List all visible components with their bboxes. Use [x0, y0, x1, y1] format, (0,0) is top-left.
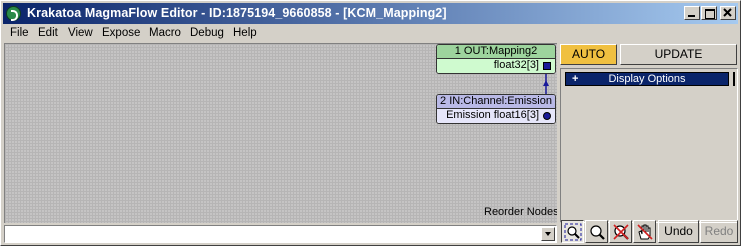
- pan-button[interactable]: [633, 220, 656, 243]
- window-title: Krakatoa MagmaFlow Editor - ID:1875194_9…: [27, 6, 447, 20]
- pan-hand-icon: [637, 224, 653, 240]
- dropdown-arrow-icon[interactable]: [541, 227, 555, 241]
- menu-help[interactable]: Help: [233, 27, 257, 39]
- output-node[interactable]: 1 OUT:Mapping2 float32[3]: [436, 44, 556, 74]
- input-node[interactable]: 2 IN:Channel:Emission Emission float16[3…: [436, 94, 556, 124]
- minimize-button[interactable]: [684, 6, 700, 20]
- input-node-title: 2 IN:Channel:Emission: [437, 95, 555, 109]
- input-node-socket-row: Emission float16[3]: [437, 109, 555, 123]
- right-panel: AUTO UPDATE Display Options +: [559, 43, 739, 223]
- status-dropdown[interactable]: [4, 225, 557, 243]
- zoom-extents-button[interactable]: [561, 220, 584, 243]
- input-socket-label: Emission float16[3]: [446, 109, 539, 121]
- view-toolbar: Undo Redo: [559, 220, 739, 244]
- redo-button[interactable]: Redo: [700, 220, 738, 243]
- menu-view[interactable]: View: [68, 27, 93, 39]
- rollout-scrollbar[interactable]: [733, 72, 735, 86]
- menu-expose[interactable]: Expose: [102, 27, 140, 39]
- maximize-button[interactable]: [701, 6, 717, 20]
- menu-debug[interactable]: Debug: [190, 27, 224, 39]
- zoom-reset-button[interactable]: [609, 220, 632, 243]
- zoom-extents-icon: [564, 223, 582, 241]
- menu-file[interactable]: File: [10, 27, 29, 39]
- output-node-title: 1 OUT:Mapping2: [437, 45, 555, 59]
- auto-button[interactable]: AUTO: [560, 44, 617, 65]
- output-socket-label: float32[3]: [493, 59, 539, 71]
- update-button[interactable]: UPDATE: [620, 44, 737, 65]
- menu-edit[interactable]: Edit: [38, 27, 58, 39]
- output-socket[interactable]: [543, 62, 551, 70]
- close-icon: [723, 8, 732, 17]
- zoom-icon: [590, 225, 605, 240]
- title-bar[interactable]: Krakatoa MagmaFlow Editor - ID:1875194_9…: [3, 3, 738, 24]
- zoom-button[interactable]: [585, 220, 608, 243]
- input-socket[interactable]: [543, 112, 551, 120]
- menu-macro[interactable]: Macro: [149, 27, 181, 39]
- menu-bar: File Edit View Expose Macro Debug Help: [3, 25, 738, 43]
- close-button[interactable]: [720, 6, 736, 20]
- zoom-reset-icon: [613, 224, 629, 240]
- magmaflow-editor-window: Krakatoa MagmaFlow Editor - ID:1875194_9…: [0, 0, 741, 246]
- expand-icon: +: [572, 73, 579, 85]
- display-options-rollout[interactable]: Display Options +: [565, 72, 729, 86]
- output-node-socket-row: float32[3]: [437, 59, 555, 73]
- node-canvas[interactable]: 1 OUT:Mapping2 float32[3] 2 IN:Channel:E…: [4, 43, 557, 223]
- undo-button[interactable]: Undo: [658, 220, 699, 243]
- app-icon[interactable]: [6, 6, 21, 21]
- rollout-area: Display Options +: [560, 68, 738, 223]
- rollout-label: Display Options: [608, 73, 686, 85]
- reorder-nodes-link[interactable]: Reorder Nodes: [484, 206, 557, 218]
